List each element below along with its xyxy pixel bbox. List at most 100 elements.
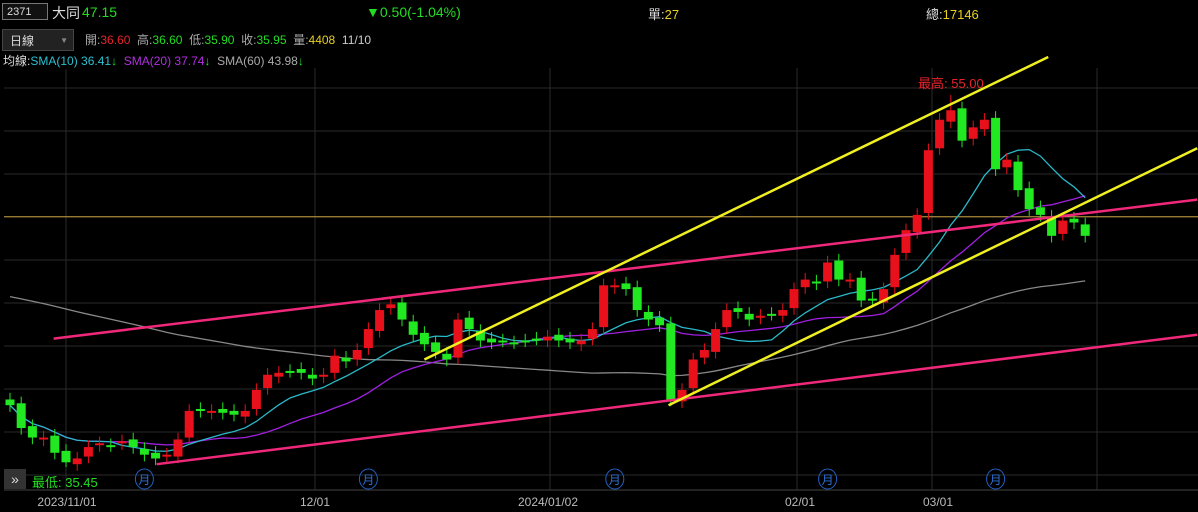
candle-body	[834, 260, 844, 280]
x-axis-label: 2024/01/02	[518, 495, 578, 509]
candle-body	[576, 340, 586, 345]
candle-body	[991, 117, 1001, 170]
candle-body	[543, 336, 553, 341]
ma-legend: 均線:SMA(10) 36.41↓ SMA(20) 37.74↓ SMA(60)…	[3, 52, 304, 69]
x-axis-label: 12/01	[300, 495, 330, 509]
candle-body	[72, 458, 82, 465]
candle-body	[27, 426, 37, 438]
candle-body	[240, 410, 250, 417]
candle-body	[1069, 218, 1079, 223]
candle-body	[778, 310, 788, 316]
candle-body	[655, 317, 665, 326]
candle-body	[207, 410, 217, 413]
candle-body	[520, 340, 530, 343]
candle-body	[375, 310, 385, 331]
candle-body	[363, 329, 373, 349]
candle-body	[1002, 159, 1012, 168]
candle-body	[83, 447, 93, 457]
candle-body	[565, 338, 575, 343]
candle-body	[554, 334, 564, 341]
candle-body	[744, 313, 754, 320]
candle-body	[464, 317, 474, 330]
candle-body	[823, 262, 833, 282]
candle-body	[1013, 161, 1023, 191]
candle-body	[397, 302, 407, 320]
candle-body	[509, 342, 519, 345]
candle-body	[733, 308, 743, 312]
candle-body	[139, 448, 149, 455]
candle-body	[128, 439, 138, 448]
candle-body	[890, 254, 900, 288]
candle-body	[106, 445, 116, 448]
candle-body	[498, 340, 508, 343]
candle-body	[935, 119, 945, 149]
candle-body	[587, 329, 597, 339]
candle-body	[50, 435, 60, 453]
candle-body	[688, 359, 698, 389]
candle-body	[643, 311, 653, 320]
candle-body	[184, 410, 194, 438]
candle-body	[722, 310, 732, 328]
candle-body	[1024, 188, 1034, 210]
candle-body	[251, 389, 261, 409]
candle-body	[699, 350, 709, 358]
candle-body	[352, 350, 362, 360]
candle-body	[867, 298, 877, 301]
candle-body	[173, 439, 183, 457]
month-marker-label: 月	[362, 473, 374, 487]
candle-body	[341, 357, 351, 362]
candle-body	[767, 313, 777, 316]
candle-body	[599, 285, 609, 328]
candle-body	[442, 353, 452, 360]
expand-icon[interactable]: »	[4, 469, 26, 489]
candle-body	[531, 338, 541, 341]
candle-body	[946, 110, 956, 122]
candle-body	[856, 277, 866, 301]
candle-body	[39, 437, 49, 440]
x-axis-label: 2023/11/01	[37, 495, 96, 509]
candle-body	[218, 408, 228, 413]
candle-body	[274, 372, 284, 377]
candle-body	[923, 150, 933, 213]
candle-body	[453, 319, 463, 358]
candle-body	[431, 342, 441, 352]
candle-body	[408, 321, 418, 335]
candle-body	[711, 329, 721, 352]
candle-body	[296, 369, 306, 373]
candle-body	[811, 281, 821, 284]
candle-body	[263, 374, 273, 389]
candle-body	[151, 452, 161, 459]
candle-body	[621, 283, 631, 290]
candlestick-chart[interactable]: 月 月 月 月 月 2023/11/01 12/01 2024/01/02 02/01 03/01	[0, 0, 1198, 512]
candle-body	[968, 127, 978, 139]
x-axis-label: 03/01	[923, 495, 953, 509]
candle-body	[285, 370, 295, 373]
yellow-trendline	[423, 55, 1049, 361]
candle-body	[16, 403, 26, 429]
candle-body	[1035, 207, 1045, 215]
candle-body	[755, 315, 765, 318]
candle-body	[487, 338, 497, 343]
candle-body	[5, 399, 15, 406]
candle-body	[117, 441, 127, 444]
max-price-label: 最高: 55.00	[918, 76, 984, 91]
candle-body	[319, 374, 329, 377]
month-marker-label: 月	[822, 473, 834, 487]
candle-body	[162, 454, 172, 457]
candle-body	[419, 332, 429, 345]
candle-body	[1058, 220, 1068, 234]
candle-body	[632, 287, 642, 311]
sma60-line	[9, 280, 1086, 377]
candle-body	[330, 355, 340, 373]
candle-body	[610, 285, 620, 288]
candle-body	[912, 214, 922, 233]
candle-body	[957, 108, 967, 141]
candle-body	[229, 410, 239, 415]
candle-body	[789, 289, 799, 309]
month-marker-label: 月	[990, 473, 1002, 487]
candle-body	[666, 323, 676, 400]
min-price-label: 最低: 35.45	[32, 475, 98, 490]
candle-body	[1080, 224, 1090, 236]
candle-body	[95, 443, 105, 446]
candle-body	[979, 119, 989, 130]
